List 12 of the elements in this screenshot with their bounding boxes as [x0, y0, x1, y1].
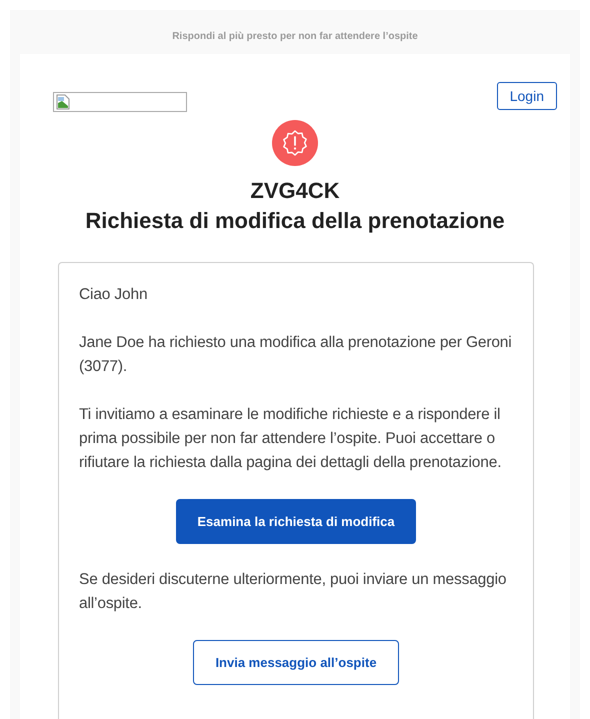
email-title: Richiesta di modifica della prenotazione	[84, 207, 506, 235]
body-paragraph: Se desideri discuterne ulteriormente, puoi inviare un messaggio all’ospite.	[79, 570, 508, 614]
preheader-text: Rispondi al più presto per non far attendere l’ospite	[171, 30, 419, 44]
body-paragraph: Ti invitiamo a esaminare le modifiche richieste e a rispondere il prima possibile per non far attendere l’ospite. Puoi accettare o rifiutare la richiesta dalla pagina dei dettagli della prenotazione.	[79, 405, 502, 473]
message-guest-button[interactable]: Invia messaggio all’ospite	[193, 640, 399, 685]
login-button[interactable]: Login	[496, 82, 557, 110]
broken-image-icon	[56, 94, 70, 110]
alert-icon	[272, 120, 318, 166]
body-paragraph: Jane Doe ha richiesto una modifica alla prenotazione per Geroni (3077).	[79, 333, 513, 377]
review-request-button[interactable]: Esamina la richiesta di modifica	[176, 499, 416, 544]
greeting-text: Ciao John	[79, 285, 148, 305]
booking-code: ZVG4CK	[249, 177, 341, 205]
